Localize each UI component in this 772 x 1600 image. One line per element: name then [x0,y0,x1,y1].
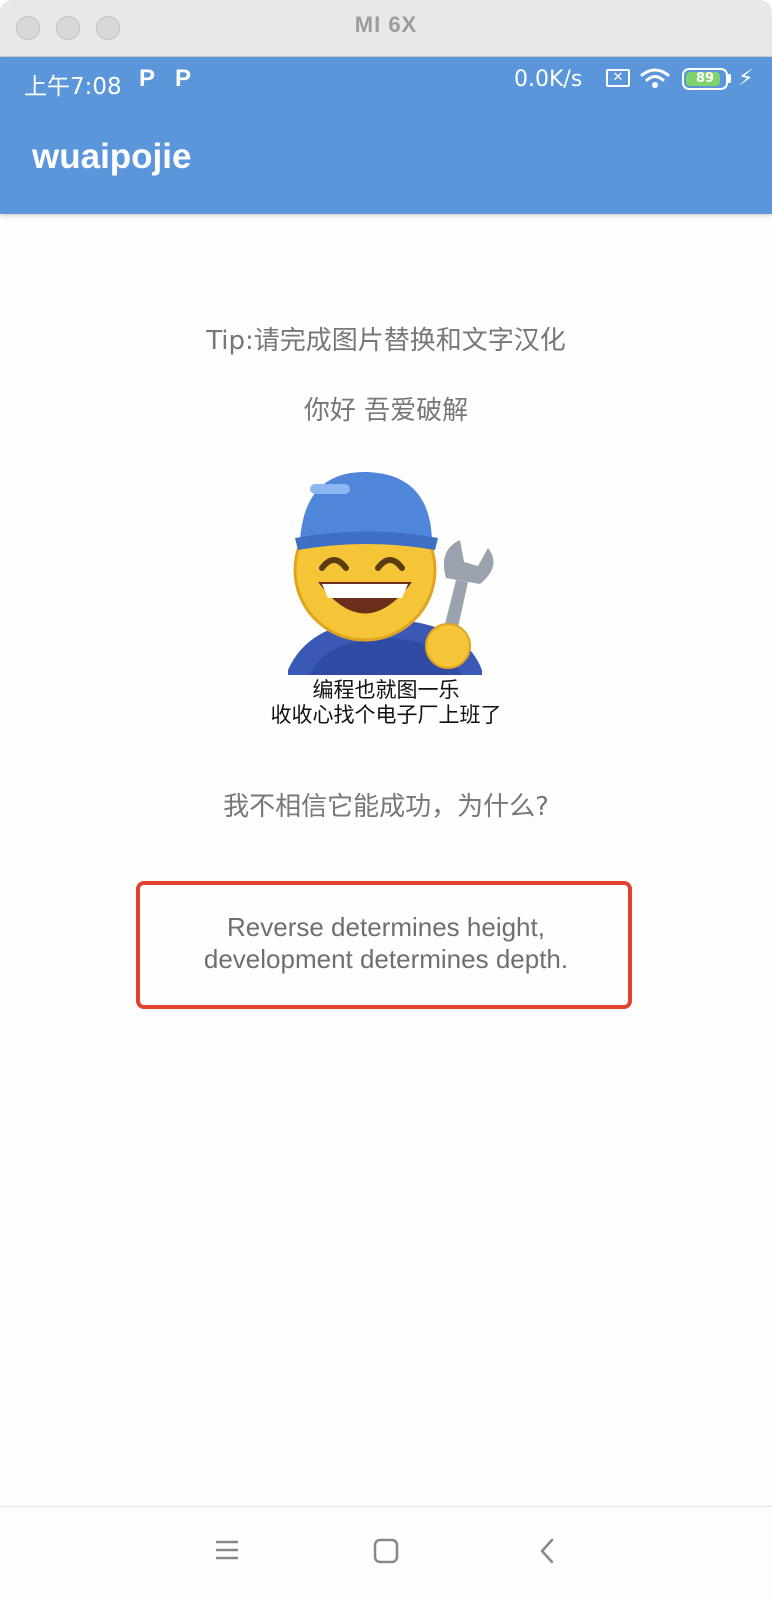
window-title: MI 6X [354,12,418,37]
quote-line1: Reverse determines height, [227,912,545,942]
charging-icon: ⚡ [738,66,754,91]
home-icon[interactable] [372,1537,400,1569]
meme-caption-line2: 收收心找个电子厂上班了 [270,703,502,727]
meme-caption-line1: 编程也就图一乐 [312,678,460,702]
window-titlebar: MI 6X [0,0,772,57]
greeting-text: 你好 吾爱破解 [303,396,469,426]
navigation-bar [0,1506,772,1600]
battery-icon: 89 [682,68,728,90]
back-icon[interactable] [536,1537,560,1569]
network-speed: 0.0K/s [514,67,583,92]
no-sim-icon: ✕ [606,69,630,87]
wifi-icon [640,67,670,93]
notification-icon: P [175,65,192,92]
battery-level: 89 [695,71,715,86]
tip-text: Tip:请完成图片替换和文字汉化 [206,326,566,356]
phone-window: MI 6X 上午7:08 P P 0.0K/s ✕ 89 ⚡ wuaipojie… [0,0,772,1600]
status-time: 上午7:08 [24,74,122,100]
app-bar: 上午7:08 P P 0.0K/s ✕ 89 ⚡ wuaipojie [0,57,772,214]
quote-line2: development determines depth. [203,944,569,974]
battery-cap [728,74,731,83]
app-title: wuaipojie [32,137,192,176]
question-text: 我不相信它能成功，为什么? [223,792,549,822]
menu-icon[interactable] [214,1537,240,1567]
notification-icon: P [139,65,156,92]
